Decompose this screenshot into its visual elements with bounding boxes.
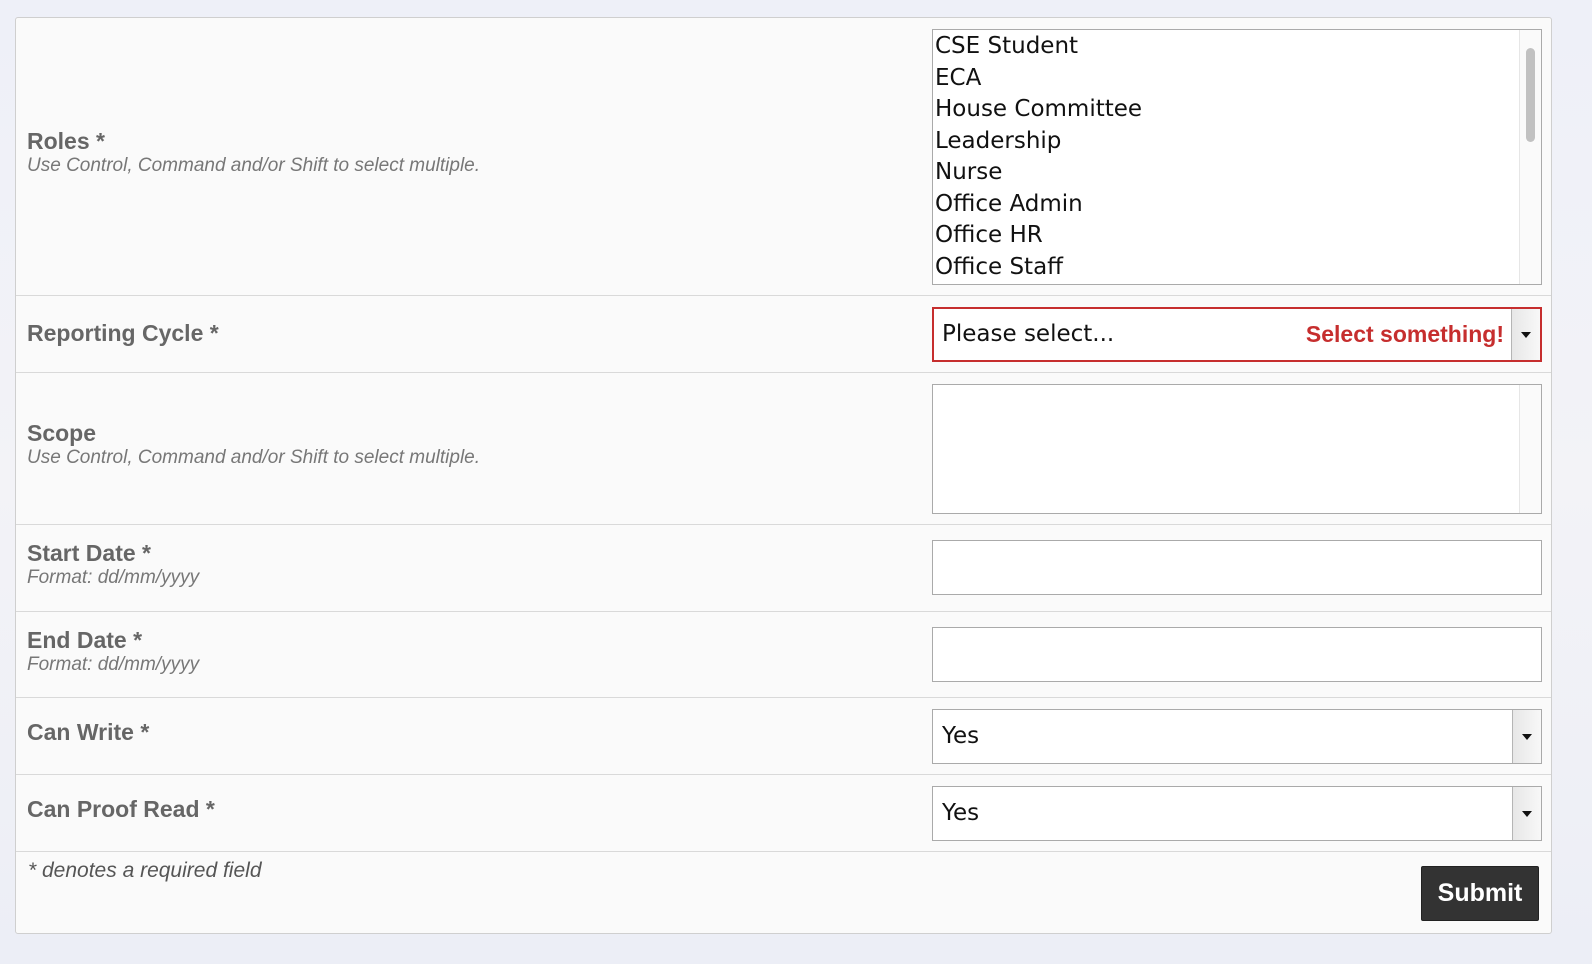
reporting-cycle-label: Reporting Cycle * — [27, 320, 219, 346]
roles-label-block: Roles * Use Control, Command and/or Shif… — [27, 128, 480, 178]
start-date-input[interactable] — [932, 540, 1542, 595]
can-proof-read-label-block: Can Proof Read * — [27, 796, 215, 822]
can-write-label: Can Write * — [27, 719, 150, 745]
roles-listbox[interactable]: CSE Student ECA House Committee Leadership N… — [932, 29, 1542, 285]
roles-option[interactable]: Nurse — [935, 157, 1541, 189]
scope-scrollbar[interactable] — [1519, 385, 1541, 513]
can-write-row: Can Write * Yes — [16, 698, 1551, 775]
start-date-hint: Format: dd/mm/yyyy — [27, 567, 200, 588]
can-write-select[interactable]: Yes — [932, 709, 1542, 764]
reporting-cycle-select[interactable]: Please select... Select something! — [932, 307, 1542, 362]
can-proof-read-select[interactable]: Yes — [932, 786, 1542, 841]
roles-options: CSE Student ECA House Committee Leadership N… — [933, 30, 1541, 283]
roles-option[interactable]: Office HR — [935, 220, 1541, 252]
required-field-note: * denotes a required field — [28, 859, 262, 882]
roles-scrollbar[interactable] — [1519, 30, 1541, 284]
can-proof-read-label: Can Proof Read * — [27, 796, 215, 822]
end-date-hint: Format: dd/mm/yyyy — [27, 654, 200, 675]
can-write-value: Yes — [942, 723, 980, 749]
end-date-label: End Date * — [27, 627, 143, 653]
roles-hint: Use Control, Command and/or Shift to sel… — [27, 155, 481, 176]
roles-option[interactable]: Office Admin — [935, 189, 1541, 221]
can-proof-read-row: Can Proof Read * Yes — [16, 775, 1551, 852]
start-date-row: Start Date * Format: dd/mm/yyyy — [16, 525, 1551, 612]
end-date-label-block: End Date * Format: dd/mm/yyyy — [27, 627, 199, 677]
roles-option[interactable]: Office Staff — [935, 252, 1541, 284]
start-date-label-block: Start Date * Format: dd/mm/yyyy — [27, 540, 199, 590]
scope-label-block: Scope Use Control, Command and/or Shift … — [27, 420, 480, 470]
scope-label: Scope — [27, 420, 97, 446]
scope-row: Scope Use Control, Command and/or Shift … — [16, 373, 1551, 525]
chevron-down-icon — [1521, 331, 1531, 338]
roles-option[interactable]: ECA — [935, 63, 1541, 95]
scope-listbox[interactable] — [932, 384, 1542, 514]
roles-label: Roles * — [27, 128, 105, 154]
chevron-down-icon — [1522, 733, 1532, 740]
can-write-dropdown-button[interactable] — [1512, 710, 1541, 763]
roles-option[interactable]: House Committee — [935, 94, 1541, 126]
chevron-down-icon — [1522, 810, 1532, 817]
can-proof-read-value: Yes — [942, 800, 980, 826]
form-container: Roles * Use Control, Command and/or Shif… — [15, 17, 1552, 934]
reporting-cycle-row: Reporting Cycle * Please select... Selec… — [16, 296, 1551, 373]
can-write-label-block: Can Write * — [27, 719, 149, 745]
roles-row: Roles * Use Control, Command and/or Shif… — [16, 18, 1551, 296]
can-proof-read-dropdown-button[interactable] — [1512, 787, 1541, 840]
end-date-input[interactable] — [932, 627, 1542, 682]
reporting-cycle-dropdown-button[interactable] — [1511, 309, 1540, 360]
submit-button[interactable]: Submit — [1421, 866, 1539, 921]
start-date-label: Start Date * — [27, 540, 151, 566]
roles-option[interactable]: Leadership — [935, 126, 1541, 158]
roles-scroll-thumb[interactable] — [1526, 48, 1535, 142]
reporting-cycle-error: Select something! — [1305, 321, 1504, 347]
reporting-cycle-value: Please select... — [942, 321, 1115, 347]
roles-option[interactable]: CSE Student — [935, 31, 1541, 63]
end-date-row: End Date * Format: dd/mm/yyyy — [16, 612, 1551, 698]
reporting-cycle-label-block: Reporting Cycle * — [27, 320, 219, 346]
scope-hint: Use Control, Command and/or Shift to sel… — [27, 447, 481, 468]
